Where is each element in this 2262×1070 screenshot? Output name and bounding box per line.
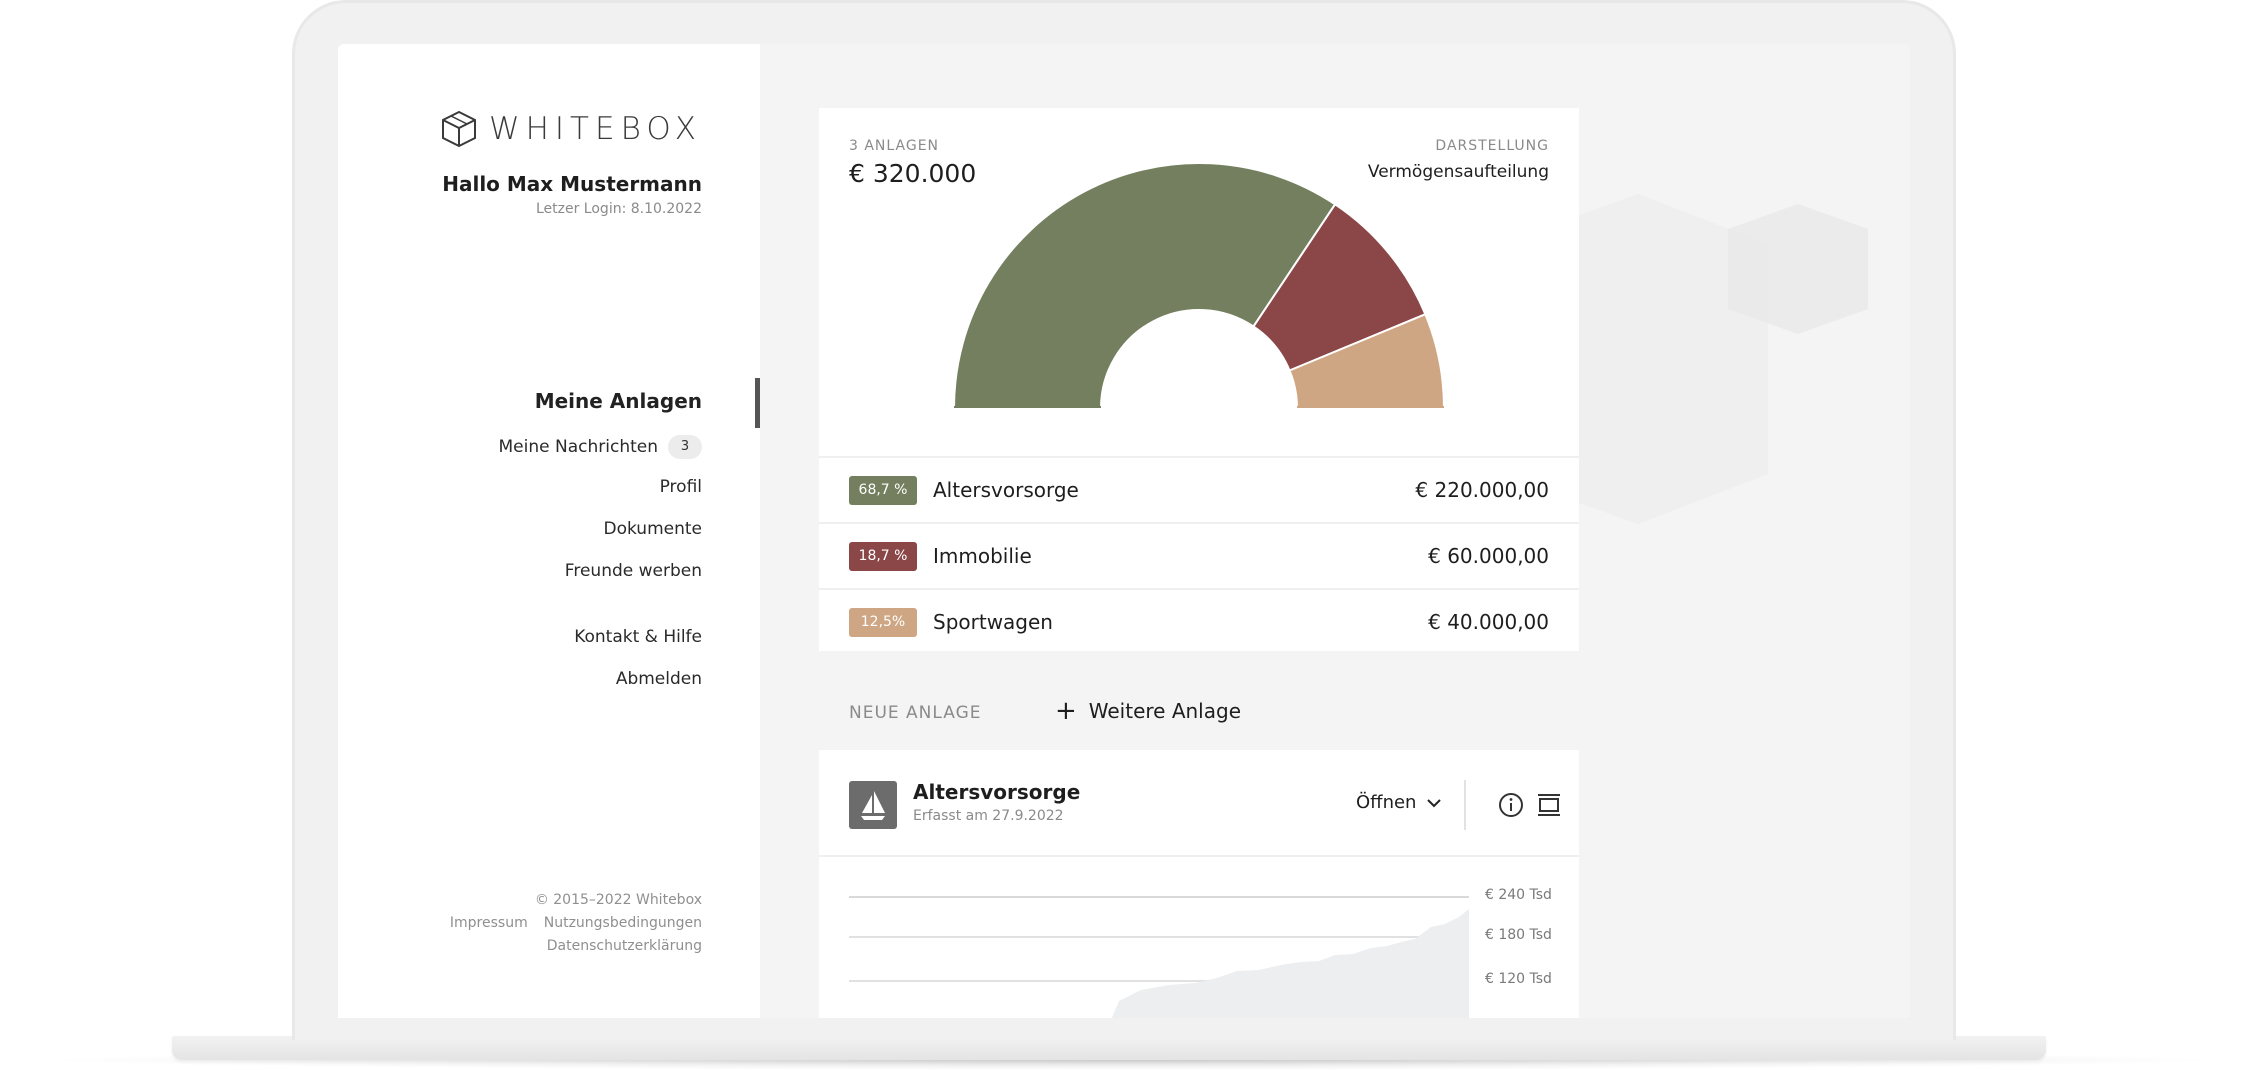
allocation-row[interactable]: 12,5% Sportwagen € 40.000,00 (819, 588, 1579, 654)
privacy-link[interactable]: Datenschutzerklärung (547, 938, 702, 954)
value-history-chart: € 240 Tsd € 180 Tsd € 120 Tsd (819, 857, 1579, 1018)
add-investment-label: Weitere Anlage (1088, 699, 1241, 723)
percent-badge: 68,7 % (849, 475, 917, 505)
terms-link[interactable]: Nutzungsbedingungen (544, 915, 702, 931)
allocation-half-donut-chart (952, 162, 1446, 408)
allocation-list: 68,7 % Altersvorsorge € 220.000,00 18,7 % Im… (819, 456, 1579, 654)
brand-logo[interactable]: WHITEBOX (441, 110, 702, 148)
sailboat-icon (849, 781, 897, 829)
nav-item-dokumente[interactable]: Dokumente (603, 519, 702, 539)
layout-icon[interactable] (1535, 791, 1563, 819)
open-dropdown-button[interactable]: Öffnen (1356, 792, 1442, 813)
donut-slice-altersvorsorge[interactable] (952, 162, 1337, 408)
nav-active-indicator (755, 378, 760, 428)
axis-label-120: € 120 Tsd (1485, 971, 1552, 987)
last-login: Letzer Login: 8.10.2022 (535, 201, 702, 217)
app-screen: WHITEBOX Hallo Max Mustermann Letzer Log… (338, 44, 1910, 1018)
axis-label-240: € 240 Tsd (1485, 887, 1552, 903)
cube-icon (441, 110, 476, 148)
imprint-link[interactable]: Impressum (450, 915, 528, 931)
brand-name: WHITEBOX (488, 111, 702, 147)
nav-item-abmelden[interactable]: Abmelden (616, 669, 702, 689)
footer-links: Impressum Nutzungsbedingungen (450, 915, 702, 931)
allocation-amount: € 60.000,00 (1428, 544, 1549, 568)
detail-title: Altersvorsorge (913, 780, 1081, 804)
nav-item-nachrichten[interactable]: Meine Nachrichten 3 (499, 435, 702, 459)
header-divider (1464, 780, 1466, 830)
allocation-row[interactable]: 18,7 % Immobilie € 60.000,00 (819, 522, 1579, 588)
open-label: Öffnen (1356, 792, 1417, 813)
detail-subtitle: Erfasst am 27.9.2022 (913, 808, 1064, 824)
nav-item-freunde-werben[interactable]: Freunde werben (565, 561, 702, 581)
allocation-name: Altersvorsorge (933, 478, 1079, 502)
allocation-name: Sportwagen (933, 610, 1053, 634)
donut-cap (1297, 406, 1444, 408)
add-investment-button[interactable]: + Weitere Anlage (1054, 696, 1241, 726)
nav-item-profil[interactable]: Profil (660, 477, 702, 497)
percent-badge: 18,7 % (849, 541, 917, 571)
info-icon[interactable] (1497, 791, 1525, 819)
investment-detail-card: Altersvorsorge Erfasst am 27.9.2022 Öffn… (819, 750, 1579, 1018)
allocation-name: Immobilie (933, 544, 1032, 568)
allocation-amount: € 220.000,00 (1415, 478, 1549, 502)
detail-header: Altersvorsorge Erfasst am 27.9.2022 Öffn… (819, 750, 1579, 857)
new-investment-label: NEUE ANLAGE (849, 703, 982, 723)
nav-item-label: Meine Nachrichten (498, 437, 658, 457)
allocation-row[interactable]: 68,7 % Altersvorsorge € 220.000,00 (819, 456, 1579, 522)
value-area (1111, 909, 1469, 1018)
background-hexagons (1538, 194, 1868, 524)
nav-item-meine-anlagen[interactable]: Meine Anlagen (535, 389, 702, 413)
allocation-amount: € 40.000,00 (1428, 610, 1549, 634)
chevron-down-icon (1427, 798, 1442, 807)
donut-cap (954, 406, 1101, 408)
sidebar: WHITEBOX Hallo Max Mustermann Letzer Log… (338, 44, 760, 1018)
plus-icon: + (1054, 696, 1077, 726)
percent-badge: 12,5% (849, 607, 917, 637)
portfolio-summary-card: 3 ANLAGEN € 320.000 DARSTELLUNG Vermögen… (819, 108, 1579, 651)
axis-label-180: € 180 Tsd (1485, 927, 1552, 943)
value-history-graph (849, 896, 1469, 1018)
user-greeting: Hallo Max Mustermann (442, 172, 702, 196)
nav-item-kontakt[interactable]: Kontakt & Hilfe (574, 627, 702, 647)
copyright: © 2015–2022 Whitebox (534, 892, 702, 908)
message-count-badge: 3 (668, 435, 702, 459)
